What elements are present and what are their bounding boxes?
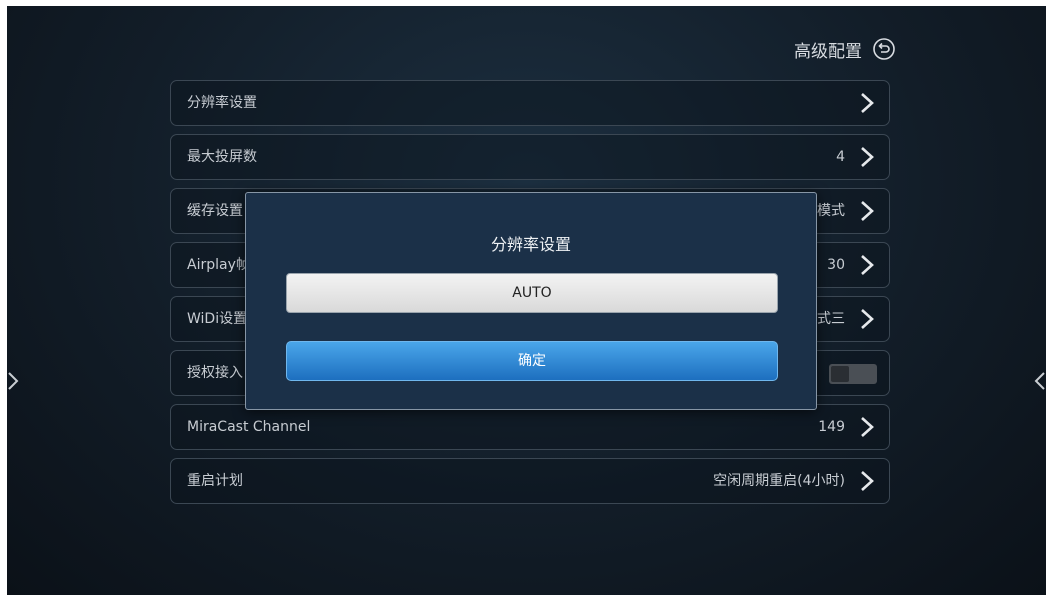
menu-item-value: 4	[836, 149, 845, 165]
tv-screen: 高级配置 分辨率设置 最大投屏数 4 缓存设置 模式 Airplay帧 30 W…	[7, 6, 1046, 595]
back-icon[interactable]	[872, 37, 896, 61]
menu-item-label: 缓存设置	[187, 203, 243, 219]
menu-item-value: 式三	[817, 311, 845, 327]
left-edge-arrow-icon[interactable]	[7, 370, 19, 392]
right-edge-arrow-icon[interactable]	[1034, 370, 1046, 392]
page-title: 高级配置	[794, 41, 862, 62]
dialog-title: 分辨率设置	[490, 235, 571, 254]
chevron-right-icon	[861, 471, 874, 491]
menu-item-label: WiDi设置	[187, 311, 248, 327]
menu-item-label: 分辨率设置	[187, 95, 257, 111]
chevron-right-icon	[861, 309, 874, 329]
menu-item-value: 149	[818, 419, 845, 435]
resolution-option-button[interactable]: AUTO	[286, 273, 778, 313]
toggle-knob	[831, 366, 849, 382]
chevron-right-icon	[861, 147, 874, 167]
menu-item-label: 授权接入	[187, 365, 243, 381]
menu-item-value: 模式	[817, 203, 845, 219]
menu-item-label: 重启计划	[187, 473, 243, 489]
chevron-right-icon	[861, 417, 874, 437]
confirm-button[interactable]: 确定	[286, 341, 778, 381]
menu-item-value: 30	[827, 257, 845, 273]
menu-item-max-screens[interactable]: 最大投屏数 4	[170, 134, 890, 180]
chevron-right-icon	[861, 201, 874, 221]
menu-item-restart-plan[interactable]: 重启计划 空闲周期重启(4小时)	[170, 458, 890, 504]
menu-item-resolution[interactable]: 分辨率设置	[170, 80, 890, 126]
menu-item-miracast-channel[interactable]: MiraCast Channel 149	[170, 404, 890, 450]
menu-item-value: 空闲周期重启(4小时)	[713, 473, 845, 489]
page-header: 高级配置	[794, 36, 896, 62]
chevron-right-icon	[861, 255, 874, 275]
toggle-switch[interactable]	[829, 364, 877, 384]
menu-item-label: MiraCast Channel	[187, 419, 311, 435]
menu-item-label: Airplay帧	[187, 257, 250, 273]
chevron-right-icon	[861, 93, 874, 113]
menu-item-label: 最大投屏数	[187, 149, 257, 165]
resolution-dialog: 分辨率设置 AUTO 确定	[245, 192, 817, 410]
